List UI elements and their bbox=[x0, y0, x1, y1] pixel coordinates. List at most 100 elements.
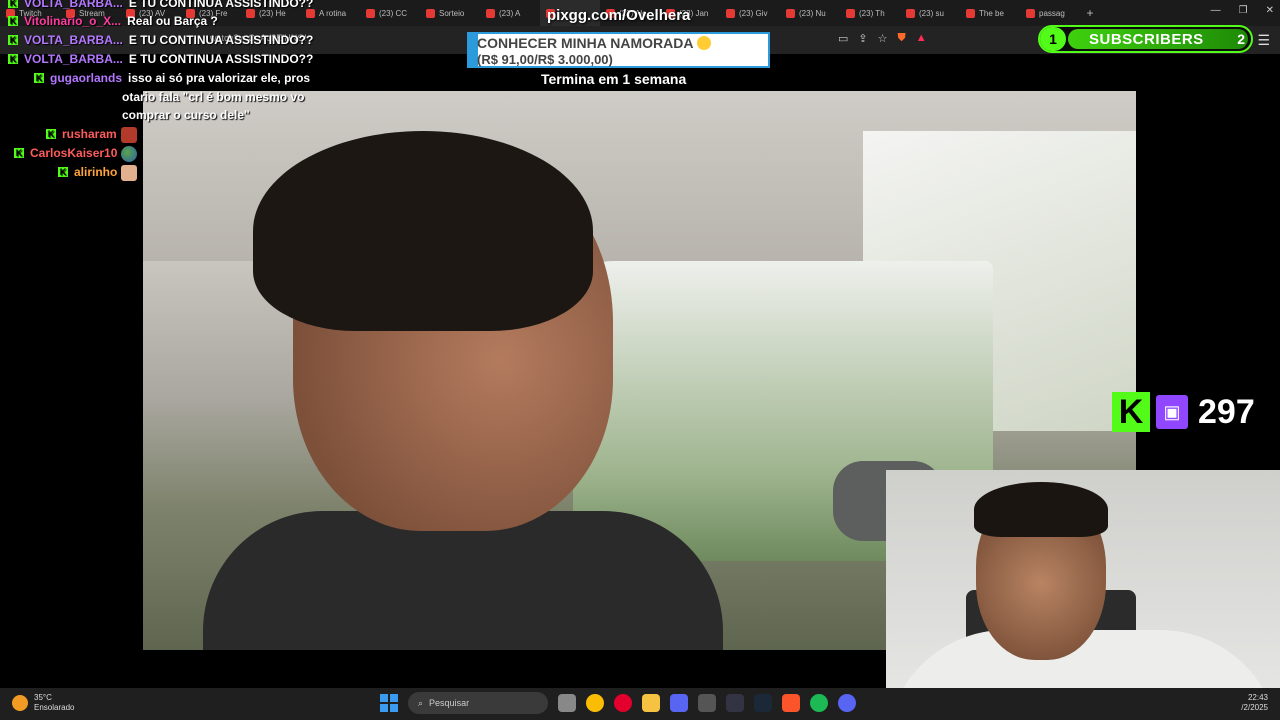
chat-message: Kgugaorlands isso ai só pra valorizar ele… bbox=[34, 71, 310, 85]
chat-message: K VOLTA_BARBA... E TU CONTINUA ASSISTINDO?… bbox=[8, 52, 313, 66]
youtube-icon bbox=[846, 8, 855, 18]
kick-badge-icon: K bbox=[46, 129, 56, 139]
chat-username[interactable]: Vitolinario_o_X... bbox=[24, 14, 121, 28]
bookmark-icon[interactable]: ☆ bbox=[878, 32, 888, 45]
close-icon[interactable]: ✕ bbox=[1266, 5, 1274, 16]
spotify-icon[interactable] bbox=[810, 694, 828, 712]
chat-username[interactable]: gugaorlands bbox=[50, 71, 122, 85]
webcam-feed bbox=[886, 470, 1280, 720]
chat-message: Krusharam bbox=[46, 127, 137, 143]
browser-tab[interactable]: (23) Nu bbox=[780, 0, 840, 26]
subscribers-widget: 1 SUBSCRIBERS 2 bbox=[1038, 25, 1253, 53]
browser-tab[interactable]: (23) Giv bbox=[720, 0, 780, 26]
browser-menu-icon[interactable]: ☰ bbox=[1257, 32, 1270, 49]
chat-text: E TU CONTINUA ASSISTINDO?? bbox=[128, 52, 314, 66]
browser-tab[interactable]: (23) su bbox=[900, 0, 960, 26]
tab-label: (23) A bbox=[499, 8, 521, 18]
system-clock[interactable]: 22:43 /2/2025 bbox=[1241, 693, 1268, 713]
kick-badge-icon: K bbox=[8, 54, 18, 64]
steam-icon[interactable] bbox=[754, 694, 772, 712]
youtube-icon bbox=[486, 8, 495, 18]
app-icon[interactable] bbox=[670, 694, 688, 712]
share-icon[interactable]: ⇪ bbox=[858, 32, 867, 45]
chat-message: K VOLTA_BARBA... E TU CONTINUA ASSISTINDO?… bbox=[8, 33, 313, 47]
browser-tab[interactable]: Sorteio bbox=[420, 0, 480, 26]
kiss-emoji-icon bbox=[697, 36, 712, 50]
tab-label: (23) su bbox=[919, 8, 944, 18]
app-icon-3[interactable] bbox=[726, 694, 744, 712]
brave-shield-icon[interactable]: ⛊ bbox=[898, 32, 906, 45]
minimize-icon[interactable]: — bbox=[1211, 5, 1221, 16]
chat-username[interactable]: VOLTA_BARBA... bbox=[24, 0, 123, 10]
donation-goal-bar: CONHECER MINHA NAMORADA (R$ 91,00/R$ 3.0… bbox=[467, 32, 770, 68]
clock-time: 22:43 bbox=[1247, 693, 1268, 702]
follower-count: 297 bbox=[1198, 392, 1255, 431]
chat-emote-icon bbox=[121, 146, 138, 162]
kick-badge-icon: K bbox=[58, 167, 68, 177]
subscribers-count: 1 bbox=[1040, 27, 1066, 51]
brave-icon[interactable] bbox=[782, 694, 800, 712]
generic-icon bbox=[966, 8, 975, 18]
app-icon-2[interactable] bbox=[698, 694, 716, 712]
driver-body bbox=[203, 511, 723, 650]
kick-badge-icon: K bbox=[8, 35, 18, 45]
windows-taskbar: 35°C Ensolarado ⌕ Pesquisar 22:43 /2/202… bbox=[0, 688, 1280, 720]
chat-message: Kalirinho bbox=[58, 165, 138, 181]
tab-label: A rotina bbox=[319, 8, 347, 18]
weather-temp: 35°C bbox=[34, 693, 52, 702]
donation-goal-amount: (R$ 91,00/R$ 3.000,00) bbox=[477, 52, 613, 67]
chrome-icon[interactable] bbox=[586, 694, 604, 712]
windows-start-icon[interactable] bbox=[380, 694, 398, 712]
browser-tab[interactable]: The be bbox=[960, 0, 1020, 26]
chat-message: K VOLTA_BARBA... E TU CONTINUA ASSISTINDO?… bbox=[8, 0, 313, 10]
chat-username[interactable]: rusharam bbox=[62, 127, 117, 141]
twitch-logo-icon: ▣ bbox=[1156, 395, 1188, 429]
chat-message: K Vitolinario_o_X... Real ou Barça ? bbox=[8, 14, 218, 28]
clock-date: /2/2025 bbox=[1241, 703, 1268, 712]
task-view-icon[interactable] bbox=[558, 694, 576, 712]
kick-badge-icon: K bbox=[8, 16, 18, 26]
chat-message: otario fala "crl é bom mesmo vo bbox=[122, 90, 304, 104]
sorteio-icon bbox=[426, 8, 435, 18]
chat-message: K CarlosKaiser10 bbox=[14, 146, 138, 162]
chat-username[interactable]: VOLTA_BARBA... bbox=[24, 33, 123, 47]
opera-icon[interactable] bbox=[614, 694, 632, 712]
kick-logo-icon: K bbox=[1112, 392, 1150, 432]
address-bar-icons: ▭ ⇪ ☆ ⛊ ▲ bbox=[838, 32, 927, 45]
chat-text: Real ou Barça ? bbox=[127, 14, 218, 28]
browser-tab[interactable]: passag bbox=[1020, 0, 1080, 26]
browser-tab[interactable]: (23) A bbox=[480, 0, 540, 26]
search-icon: ⌕ bbox=[418, 697, 424, 708]
chat-emote-icon bbox=[120, 127, 137, 143]
browser-tab[interactable]: (23) CC bbox=[360, 0, 420, 26]
tab-label: (23) Th bbox=[859, 8, 885, 18]
kick-badge-icon: K bbox=[8, 0, 18, 8]
chat-username[interactable]: alirinho bbox=[74, 165, 117, 179]
search-placeholder: Pesquisar bbox=[429, 698, 470, 708]
tab-label: passag bbox=[1039, 8, 1065, 18]
chat-text: isso ai só pra valorizar ele, pros bbox=[128, 71, 311, 85]
brave-rewards-icon[interactable]: ▲ bbox=[916, 32, 927, 45]
file-explorer-icon[interactable] bbox=[642, 694, 660, 712]
weather-widget[interactable]: 35°C Ensolarado bbox=[12, 693, 74, 713]
chat-emote-icon bbox=[121, 165, 138, 181]
chat-text: E TU CONTINUA ASSISTINDO?? bbox=[128, 0, 314, 10]
subscribers-goal: 2 bbox=[1237, 31, 1245, 47]
maximize-icon[interactable]: ❐ bbox=[1239, 5, 1248, 16]
chat-username[interactable]: CarlosKaiser10 bbox=[30, 146, 117, 160]
discord-icon[interactable] bbox=[838, 694, 856, 712]
youtube-icon bbox=[726, 8, 735, 18]
tab-label: (23) Nu bbox=[799, 8, 826, 18]
browser-tab[interactable]: (23) Th bbox=[840, 0, 900, 26]
youtube-icon bbox=[906, 8, 915, 18]
taskbar-search[interactable]: ⌕ Pesquisar bbox=[408, 692, 548, 714]
chat-text: otario fala "crl é bom mesmo vo bbox=[122, 90, 305, 104]
kick-badge-icon: K bbox=[14, 148, 24, 158]
tab-label: (23) Giv bbox=[739, 8, 768, 18]
cast-icon[interactable]: ▭ bbox=[838, 32, 848, 45]
driver-hair bbox=[253, 131, 593, 331]
chat-username[interactable]: VOLTA_BARBA... bbox=[24, 52, 123, 66]
youtube-icon bbox=[366, 8, 375, 18]
new-tab-button[interactable]: + bbox=[1080, 6, 1100, 20]
google-icon bbox=[1026, 8, 1035, 18]
